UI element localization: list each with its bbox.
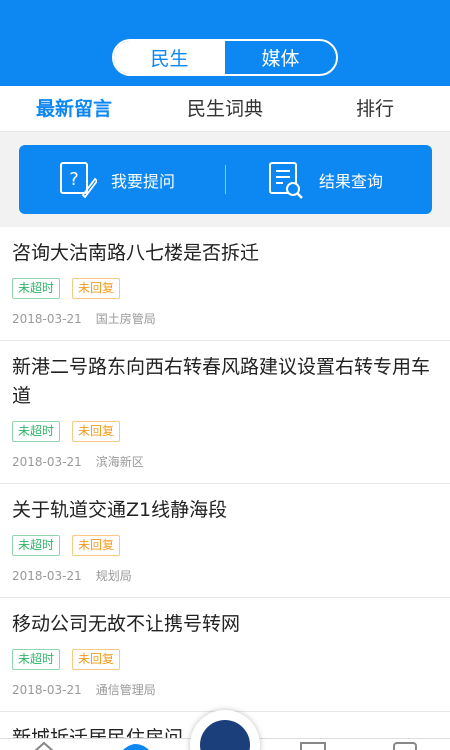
status-badge-timeout: 未超时 bbox=[12, 649, 61, 670]
status-badge-timeout: 未超时 bbox=[12, 278, 61, 299]
query-result-button[interactable]: 结果查询 bbox=[267, 145, 383, 214]
message-tags: 未超时 未回复 bbox=[12, 535, 438, 556]
app-header: 民生 媒体 bbox=[0, 0, 450, 86]
tab-latest-messages[interactable]: 最新留言 bbox=[36, 86, 112, 132]
list-item[interactable]: 移动公司无故不让携号转网 未超时 未回复 2018-03-21 通信管理局 bbox=[0, 598, 450, 712]
question-pen-icon: ? bbox=[60, 161, 97, 198]
logo-icon bbox=[200, 720, 250, 750]
message-date: 2018-03-21 bbox=[12, 455, 82, 469]
status-badge-reply: 未回复 bbox=[72, 535, 121, 556]
segment-media[interactable]: 媒体 bbox=[225, 41, 336, 74]
list-item[interactable]: 新港二号路东向西右转春风路建议设置右转专用车道 未超时 未回复 2018-03-… bbox=[0, 341, 450, 484]
list-item[interactable]: 关于轨道交通Z1线静海段 未超时 未回复 2018-03-21 规划局 bbox=[0, 484, 450, 598]
message-tags: 未超时 未回复 bbox=[12, 649, 438, 670]
message-title: 关于轨道交通Z1线静海段 bbox=[12, 499, 228, 521]
message-list: 咨询大沽南路八七楼是否拆迁 未超时 未回复 2018-03-21 国土房管局 新港… bbox=[0, 227, 450, 750]
message-title: 移动公司无故不让携号转网 bbox=[12, 613, 241, 635]
message-date: 2018-03-21 bbox=[12, 683, 82, 697]
section-switch: 民生 媒体 bbox=[112, 39, 338, 76]
ask-question-button[interactable]: ? 我要提问 bbox=[59, 145, 175, 214]
status-badge-reply: 未回复 bbox=[72, 278, 121, 299]
newspaper-icon[interactable] bbox=[300, 741, 326, 750]
home-icon[interactable] bbox=[33, 741, 55, 750]
message-tags: 未超时 未回复 bbox=[12, 278, 438, 299]
status-badge-reply: 未回复 bbox=[72, 421, 121, 442]
message-date: 2018-03-21 bbox=[12, 312, 82, 326]
message-department: 滨海新区 bbox=[95, 455, 144, 469]
tab-bar: 最新留言 民生词典 排行 bbox=[0, 86, 450, 132]
tab-ranking[interactable]: 排行 bbox=[356, 86, 394, 132]
message-meta: 2018-03-21 滨海新区 bbox=[12, 453, 438, 483]
svg-text:?: ? bbox=[69, 169, 79, 190]
message-department: 通信管理局 bbox=[95, 683, 156, 697]
message-title: 咨询大沽南路八七楼是否拆迁 bbox=[12, 242, 260, 264]
message-meta: 2018-03-21 通信管理局 bbox=[12, 681, 438, 711]
segment-minsheng[interactable]: 民生 bbox=[114, 41, 225, 74]
tab-dictionary[interactable]: 民生词典 bbox=[187, 86, 263, 132]
message-icon[interactable] bbox=[122, 741, 150, 750]
list-item[interactable]: 咨询大沽南路八七楼是否拆迁 未超时 未回复 2018-03-21 国土房管局 bbox=[0, 227, 450, 341]
action-divider bbox=[225, 165, 226, 194]
status-badge-timeout: 未超时 bbox=[12, 535, 61, 556]
document-search-icon bbox=[269, 161, 303, 199]
message-department: 规划局 bbox=[95, 569, 132, 583]
profile-icon[interactable] bbox=[393, 741, 417, 750]
message-title: 新港二号路东向西右转春风路建议设置右转专用车道 bbox=[12, 356, 431, 407]
query-result-label: 结果查询 bbox=[319, 171, 384, 191]
message-date: 2018-03-21 bbox=[12, 569, 82, 583]
message-meta: 2018-03-21 国土房管局 bbox=[12, 310, 438, 340]
ask-question-label: 我要提问 bbox=[111, 171, 176, 191]
action-bar: ? 我要提问 结果查询 bbox=[19, 145, 432, 214]
status-badge-reply: 未回复 bbox=[72, 649, 121, 670]
status-badge-timeout: 未超时 bbox=[12, 421, 61, 442]
message-meta: 2018-03-21 规划局 bbox=[12, 567, 438, 597]
message-department: 国土房管局 bbox=[95, 312, 156, 326]
message-tags: 未超时 未回复 bbox=[12, 421, 438, 442]
